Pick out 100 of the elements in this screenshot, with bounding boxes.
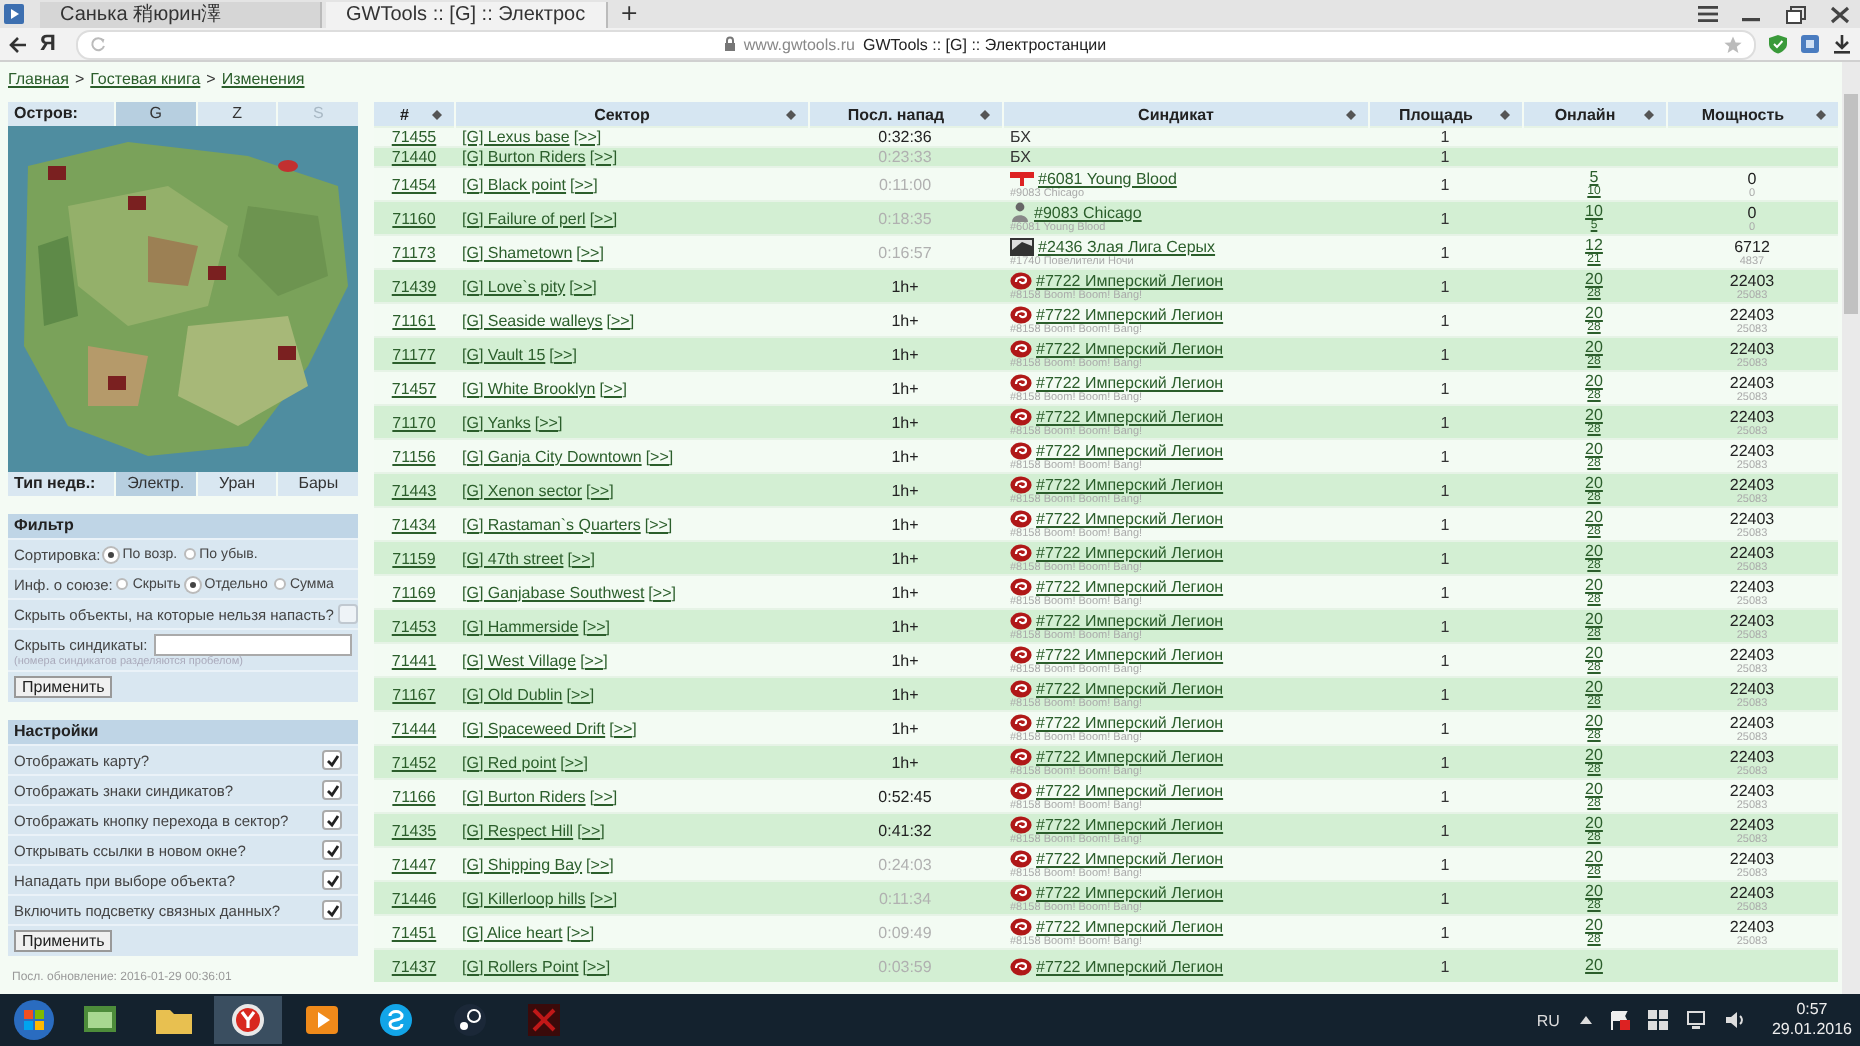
online-link[interactable]: 20 — [1530, 782, 1658, 798]
go-link[interactable]: [>>] — [570, 175, 598, 193]
online-link[interactable]: 20 — [1530, 306, 1658, 322]
syndicate-link[interactable]: #7722 Имперский Легион — [1036, 373, 1224, 391]
syndicate-link[interactable]: #7722 Имперский Легион — [1036, 611, 1224, 629]
column-header[interactable]: Сектор — [454, 102, 808, 127]
column-header[interactable]: Посл. напад — [808, 102, 1002, 127]
online-link[interactable]: 5 — [1530, 170, 1658, 186]
sector-link[interactable]: [G] Killerloop hills — [462, 889, 586, 907]
row-id-link[interactable]: 71451 — [391, 923, 437, 941]
sector-link[interactable]: [G] Hammerside — [462, 617, 579, 635]
go-link[interactable]: [>>] — [589, 787, 618, 805]
online-link[interactable]: 20 — [1530, 510, 1658, 526]
syndicate-link[interactable]: #7722 Имперский Легион — [1036, 747, 1224, 765]
row-id-link[interactable]: 71167 — [392, 685, 436, 703]
online-link[interactable]: 20 — [1530, 646, 1658, 662]
sector-link[interactable]: [G] Vault 15 — [462, 345, 546, 363]
online-link[interactable]: 12 — [1530, 238, 1658, 254]
row-id-link[interactable]: 71446 — [391, 889, 437, 907]
go-link[interactable]: [>>] — [645, 447, 674, 465]
syndicate-link[interactable]: #7722 Имперский Легион — [1036, 645, 1224, 663]
row-id-link[interactable]: 71169 — [392, 583, 436, 601]
online-link[interactable]: 20 — [1530, 850, 1658, 866]
column-header[interactable]: Синдикат — [1002, 102, 1368, 127]
sector-link[interactable]: [G] Alice heart — [462, 923, 563, 941]
column-header[interactable]: # — [374, 102, 454, 127]
sector-link[interactable]: [G] Red point — [462, 753, 557, 771]
syndicate-link[interactable]: #7722 Имперский Легион — [1036, 271, 1224, 289]
syndicate-link[interactable]: #7722 Имперский Легион — [1036, 339, 1224, 357]
syndicate-link[interactable]: #7722 Имперский Легион — [1036, 441, 1224, 459]
go-link[interactable]: [>>] — [589, 148, 618, 166]
language-indicator[interactable]: RU — [1536, 1011, 1560, 1029]
syndicate-link[interactable]: #2436 Злая Лига Серых — [1038, 237, 1216, 255]
row-id-link[interactable]: 71434 — [391, 515, 437, 533]
syndicate-link[interactable]: #7722 Имперский Легион — [1036, 577, 1224, 595]
online-link[interactable]: 20 — [1530, 408, 1658, 424]
syndicate-link[interactable]: #7722 Имперский Легион — [1036, 917, 1224, 935]
row-id-link[interactable]: 71161 — [392, 311, 436, 329]
go-link[interactable]: [>>] — [577, 821, 605, 839]
go-link[interactable]: [>>] — [566, 685, 595, 703]
sector-link[interactable]: [G] Respect Hill — [462, 821, 574, 839]
row-id-link[interactable]: 71454 — [391, 175, 437, 193]
sector-link[interactable]: [G] Rollers Point — [462, 957, 579, 975]
sector-link[interactable]: [G] Lexus base — [462, 128, 570, 146]
syndicate-link[interactable]: #6081 Young Blood — [1038, 169, 1177, 187]
browser-tab[interactable]: Санька 稍юрин澤 — [40, 1, 322, 27]
browser-tab[interactable]: GWTools :: [G] :: Электрос — [326, 1, 608, 27]
go-link[interactable]: [>>] — [534, 413, 563, 431]
go-link[interactable]: [>>] — [589, 209, 618, 227]
syndicate-link[interactable]: #7722 Имперский Легион — [1036, 509, 1224, 527]
sector-link[interactable]: [G] Ganjabase Southwest — [462, 583, 645, 601]
row-id-link[interactable]: 71156 — [392, 447, 436, 465]
go-link[interactable]: [>>] — [582, 617, 611, 635]
sector-link[interactable]: [G] 47th street — [462, 549, 564, 567]
go-link[interactable]: [>>] — [586, 481, 614, 499]
tab[interactable]: Уран — [195, 472, 277, 496]
clock-date[interactable]: 29.01.2016 — [1771, 1020, 1852, 1040]
row-id-link[interactable]: 71159 — [392, 549, 436, 567]
online-link[interactable]: 20 — [1530, 816, 1658, 832]
row-id-link[interactable]: 71453 — [391, 617, 437, 635]
go-link[interactable]: [>>] — [566, 923, 595, 941]
apply-button[interactable]: Применить — [14, 676, 113, 698]
syndicate-link[interactable]: #7722 Имперский Легион — [1036, 679, 1224, 697]
row-id-link[interactable]: 71439 — [391, 277, 437, 295]
go-link[interactable]: [>>] — [586, 855, 614, 873]
sector-link[interactable]: [G] Ganja City Downtown — [462, 447, 642, 465]
sector-link[interactable]: [G] Spaceweed Drift — [462, 719, 606, 737]
online-link[interactable]: 20 — [1530, 544, 1658, 560]
go-link[interactable]: [>>] — [549, 345, 577, 363]
sector-link[interactable]: [G] Failure of perl — [462, 209, 586, 227]
row-id-link[interactable]: 71173 — [392, 243, 436, 261]
go-link[interactable]: [>>] — [582, 957, 611, 975]
sector-link[interactable]: [G] Burton Riders — [462, 787, 586, 805]
row-id-link[interactable]: 71437 — [391, 957, 437, 975]
row-id-link[interactable]: 71440 — [391, 148, 437, 166]
online-link[interactable]: 20 — [1530, 476, 1658, 492]
go-link[interactable]: [>>] — [644, 515, 673, 533]
go-link[interactable]: [>>] — [589, 889, 618, 907]
row-id-link[interactable]: 71170 — [392, 413, 436, 431]
sector-link[interactable]: [G] Xenon sector — [462, 481, 583, 499]
row-id-link[interactable]: 71447 — [391, 855, 437, 873]
address-bar[interactable]: www.gwtools.ru GWTools :: [G] :: Электростанции — [76, 29, 1756, 59]
go-link[interactable]: [>>] — [560, 753, 588, 771]
row-id-link[interactable]: 71177 — [392, 345, 436, 363]
syndicate-link[interactable]: #7722 Имперский Легион — [1036, 543, 1224, 561]
syndicate-link[interactable]: #7722 Имперский Легион — [1036, 475, 1224, 493]
online-link[interactable]: 20 — [1530, 918, 1658, 934]
online-link[interactable]: 20 — [1530, 578, 1658, 594]
go-link[interactable]: [>>] — [573, 128, 602, 146]
syndicate-link[interactable]: #7722 Имперский Легион — [1036, 883, 1224, 901]
sector-link[interactable]: [G] Black point — [462, 175, 567, 193]
tab[interactable]: G — [114, 102, 196, 126]
online-link[interactable]: 20 — [1530, 714, 1658, 730]
row-id-link[interactable]: 71457 — [391, 379, 437, 397]
row-id-link[interactable]: 71443 — [391, 481, 437, 499]
sector-link[interactable]: [G] Burton Riders — [462, 148, 586, 166]
online-link[interactable]: 20 — [1530, 374, 1658, 390]
online-link[interactable]: 10 — [1530, 204, 1658, 220]
online-link[interactable]: 20 — [1530, 272, 1658, 288]
sector-link[interactable]: [G] Love`s pity — [462, 277, 566, 295]
